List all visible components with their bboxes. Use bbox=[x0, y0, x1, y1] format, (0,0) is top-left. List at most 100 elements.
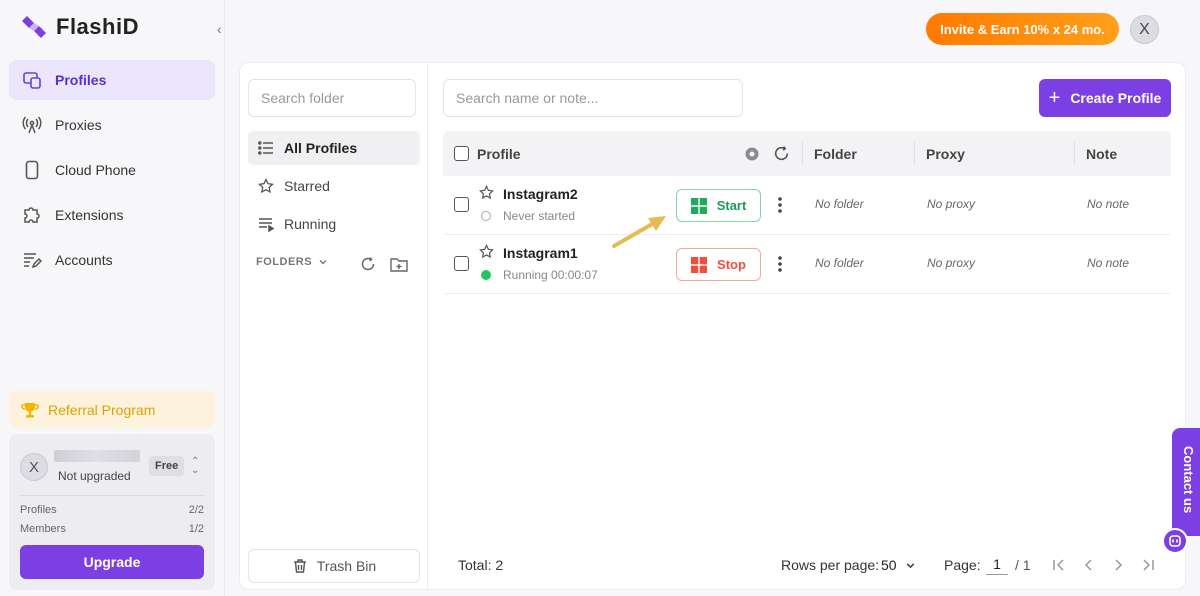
column-folder[interactable]: Folder bbox=[814, 131, 857, 176]
main-panel: Search folder All Profiles Starred Runni… bbox=[239, 62, 1186, 590]
sidebar-item-proxies[interactable]: Proxies bbox=[9, 105, 215, 145]
sidebar-item-cloud-phone[interactable]: Cloud Phone bbox=[9, 150, 215, 190]
folder-item-all-profiles[interactable]: All Profiles bbox=[248, 131, 420, 165]
trash-bin-button[interactable]: Trash Bin bbox=[248, 549, 420, 583]
starred-icon bbox=[258, 178, 274, 194]
star-icon[interactable] bbox=[479, 185, 494, 200]
add-folder-icon[interactable] bbox=[390, 256, 408, 272]
first-page-icon[interactable] bbox=[1052, 558, 1066, 572]
user-avatar[interactable]: X bbox=[1130, 15, 1159, 44]
upgrade-button[interactable]: Upgrade bbox=[20, 545, 204, 579]
column-profile[interactable]: Profile bbox=[477, 131, 521, 176]
stat-value: 2/2 bbox=[188, 504, 204, 516]
row-proxy: No proxy bbox=[927, 256, 976, 270]
next-page-icon[interactable] bbox=[1111, 558, 1125, 572]
start-label: Start bbox=[716, 198, 747, 213]
column-separator bbox=[802, 142, 803, 165]
folder-item-starred[interactable]: Starred bbox=[248, 169, 420, 203]
trophy-icon bbox=[21, 402, 39, 417]
chevron-down-icon bbox=[906, 562, 914, 568]
referral-label: Referral Program bbox=[48, 401, 156, 418]
stat-label: Profiles bbox=[20, 504, 57, 516]
refresh-icon[interactable] bbox=[773, 145, 790, 162]
more-options-icon[interactable] bbox=[776, 195, 784, 215]
prev-page-icon[interactable] bbox=[1082, 558, 1096, 572]
create-profile-button[interactable]: + Create Profile bbox=[1039, 79, 1171, 117]
stat-label: Members bbox=[20, 523, 66, 535]
row-note: No note bbox=[1087, 256, 1130, 270]
windows-icon bbox=[690, 197, 707, 214]
folder-search-input[interactable]: Search folder bbox=[248, 79, 416, 117]
profiles-icon bbox=[23, 72, 41, 89]
status-indicator bbox=[481, 211, 491, 221]
collapse-sidebar-icon[interactable]: ‹ bbox=[217, 21, 231, 39]
folder-label: All Profiles bbox=[284, 140, 358, 156]
refresh-folders-icon[interactable] bbox=[360, 256, 376, 272]
status-indicator bbox=[481, 270, 491, 280]
page-total: / 1 bbox=[1015, 557, 1031, 573]
plus-icon: + bbox=[1048, 87, 1061, 109]
page-input[interactable]: 1 bbox=[986, 553, 1008, 575]
folder-item-running[interactable]: Running bbox=[248, 207, 420, 241]
profile-name[interactable]: Instagram2 bbox=[503, 186, 578, 202]
antenna-icon bbox=[22, 116, 42, 134]
sidebar-item-extensions[interactable]: Extensions bbox=[9, 195, 215, 235]
stop-label: Stop bbox=[717, 257, 746, 272]
page-label: Page: bbox=[944, 557, 981, 573]
start-button[interactable]: Start bbox=[676, 189, 761, 222]
profile-search-input[interactable]: Search name or note... bbox=[443, 79, 743, 117]
contact-us-label[interactable]: Contact us bbox=[1181, 446, 1196, 513]
plan-badge: Free bbox=[149, 456, 185, 476]
chat-icon[interactable] bbox=[1162, 528, 1188, 554]
sidebar: FlashiD ‹ Profiles Proxies Cloud Phone E… bbox=[0, 0, 225, 596]
row-checkbox[interactable] bbox=[454, 197, 469, 212]
table-header: Profile Folder Proxy Note bbox=[443, 131, 1171, 176]
trash-label: Trash Bin bbox=[316, 558, 377, 574]
chevron-down-icon bbox=[319, 260, 327, 265]
row-note: No note bbox=[1087, 197, 1130, 211]
folders-header-label: FOLDERS bbox=[256, 256, 313, 268]
list-icon bbox=[258, 141, 273, 155]
column-note[interactable]: Note bbox=[1086, 131, 1117, 176]
flashid-logo-icon bbox=[22, 16, 46, 38]
column-proxy[interactable]: Proxy bbox=[926, 131, 965, 176]
sidebar-item-profiles[interactable]: Profiles bbox=[9, 60, 215, 100]
profile-status: Never started bbox=[503, 209, 576, 223]
referral-program-link[interactable]: Referral Program bbox=[9, 391, 215, 428]
avatar[interactable]: X bbox=[20, 453, 48, 481]
more-options-icon[interactable] bbox=[776, 254, 784, 274]
brand-name: FlashiD bbox=[56, 14, 139, 39]
logo[interactable]: FlashiD bbox=[20, 13, 139, 41]
running-icon bbox=[259, 218, 274, 232]
folders-section-header[interactable]: FOLDERS bbox=[256, 256, 328, 268]
row-folder: No folder bbox=[815, 197, 864, 211]
rows-per-page-select[interactable]: 50 bbox=[881, 557, 916, 573]
trash-icon bbox=[293, 559, 306, 573]
account-name-redacted bbox=[54, 450, 140, 462]
select-all-checkbox[interactable] bbox=[454, 131, 469, 176]
last-page-icon[interactable] bbox=[1141, 558, 1155, 572]
invite-earn-button[interactable]: Invite & Earn 10% x 24 mo. bbox=[926, 13, 1119, 45]
chevron-updown-icon[interactable]: ⌃ ⌄ bbox=[191, 457, 199, 476]
row-checkbox[interactable] bbox=[454, 256, 469, 271]
account-card: X Not upgraded Free ⌃ ⌄ Profiles 2/2 Memb… bbox=[9, 434, 215, 590]
rows-per-page-label: Rows per page: bbox=[781, 557, 880, 573]
total-count: Total: 2 bbox=[458, 557, 504, 573]
annotation-arrow-icon bbox=[612, 216, 666, 248]
profile-status: Running 00:00:07 bbox=[503, 268, 598, 282]
account-status: Not upgraded bbox=[58, 469, 131, 483]
stat-members: Members 1/2 bbox=[20, 523, 204, 535]
profile-name[interactable]: Instagram1 bbox=[503, 245, 578, 261]
puzzle-icon bbox=[24, 207, 40, 223]
stat-profiles: Profiles 2/2 bbox=[20, 504, 204, 516]
row-proxy: No proxy bbox=[927, 197, 976, 211]
sidebar-item-accounts[interactable]: Accounts bbox=[9, 240, 215, 280]
accounts-icon bbox=[24, 253, 42, 269]
star-icon[interactable] bbox=[479, 244, 494, 259]
stat-value: 1/2 bbox=[188, 523, 204, 535]
sidebar-item-label: Cloud Phone bbox=[55, 162, 136, 178]
stop-button[interactable]: Stop bbox=[676, 248, 761, 281]
sidebar-item-label: Profiles bbox=[55, 72, 107, 88]
sidebar-item-label: Accounts bbox=[55, 252, 113, 268]
settings-icon[interactable] bbox=[744, 146, 760, 162]
